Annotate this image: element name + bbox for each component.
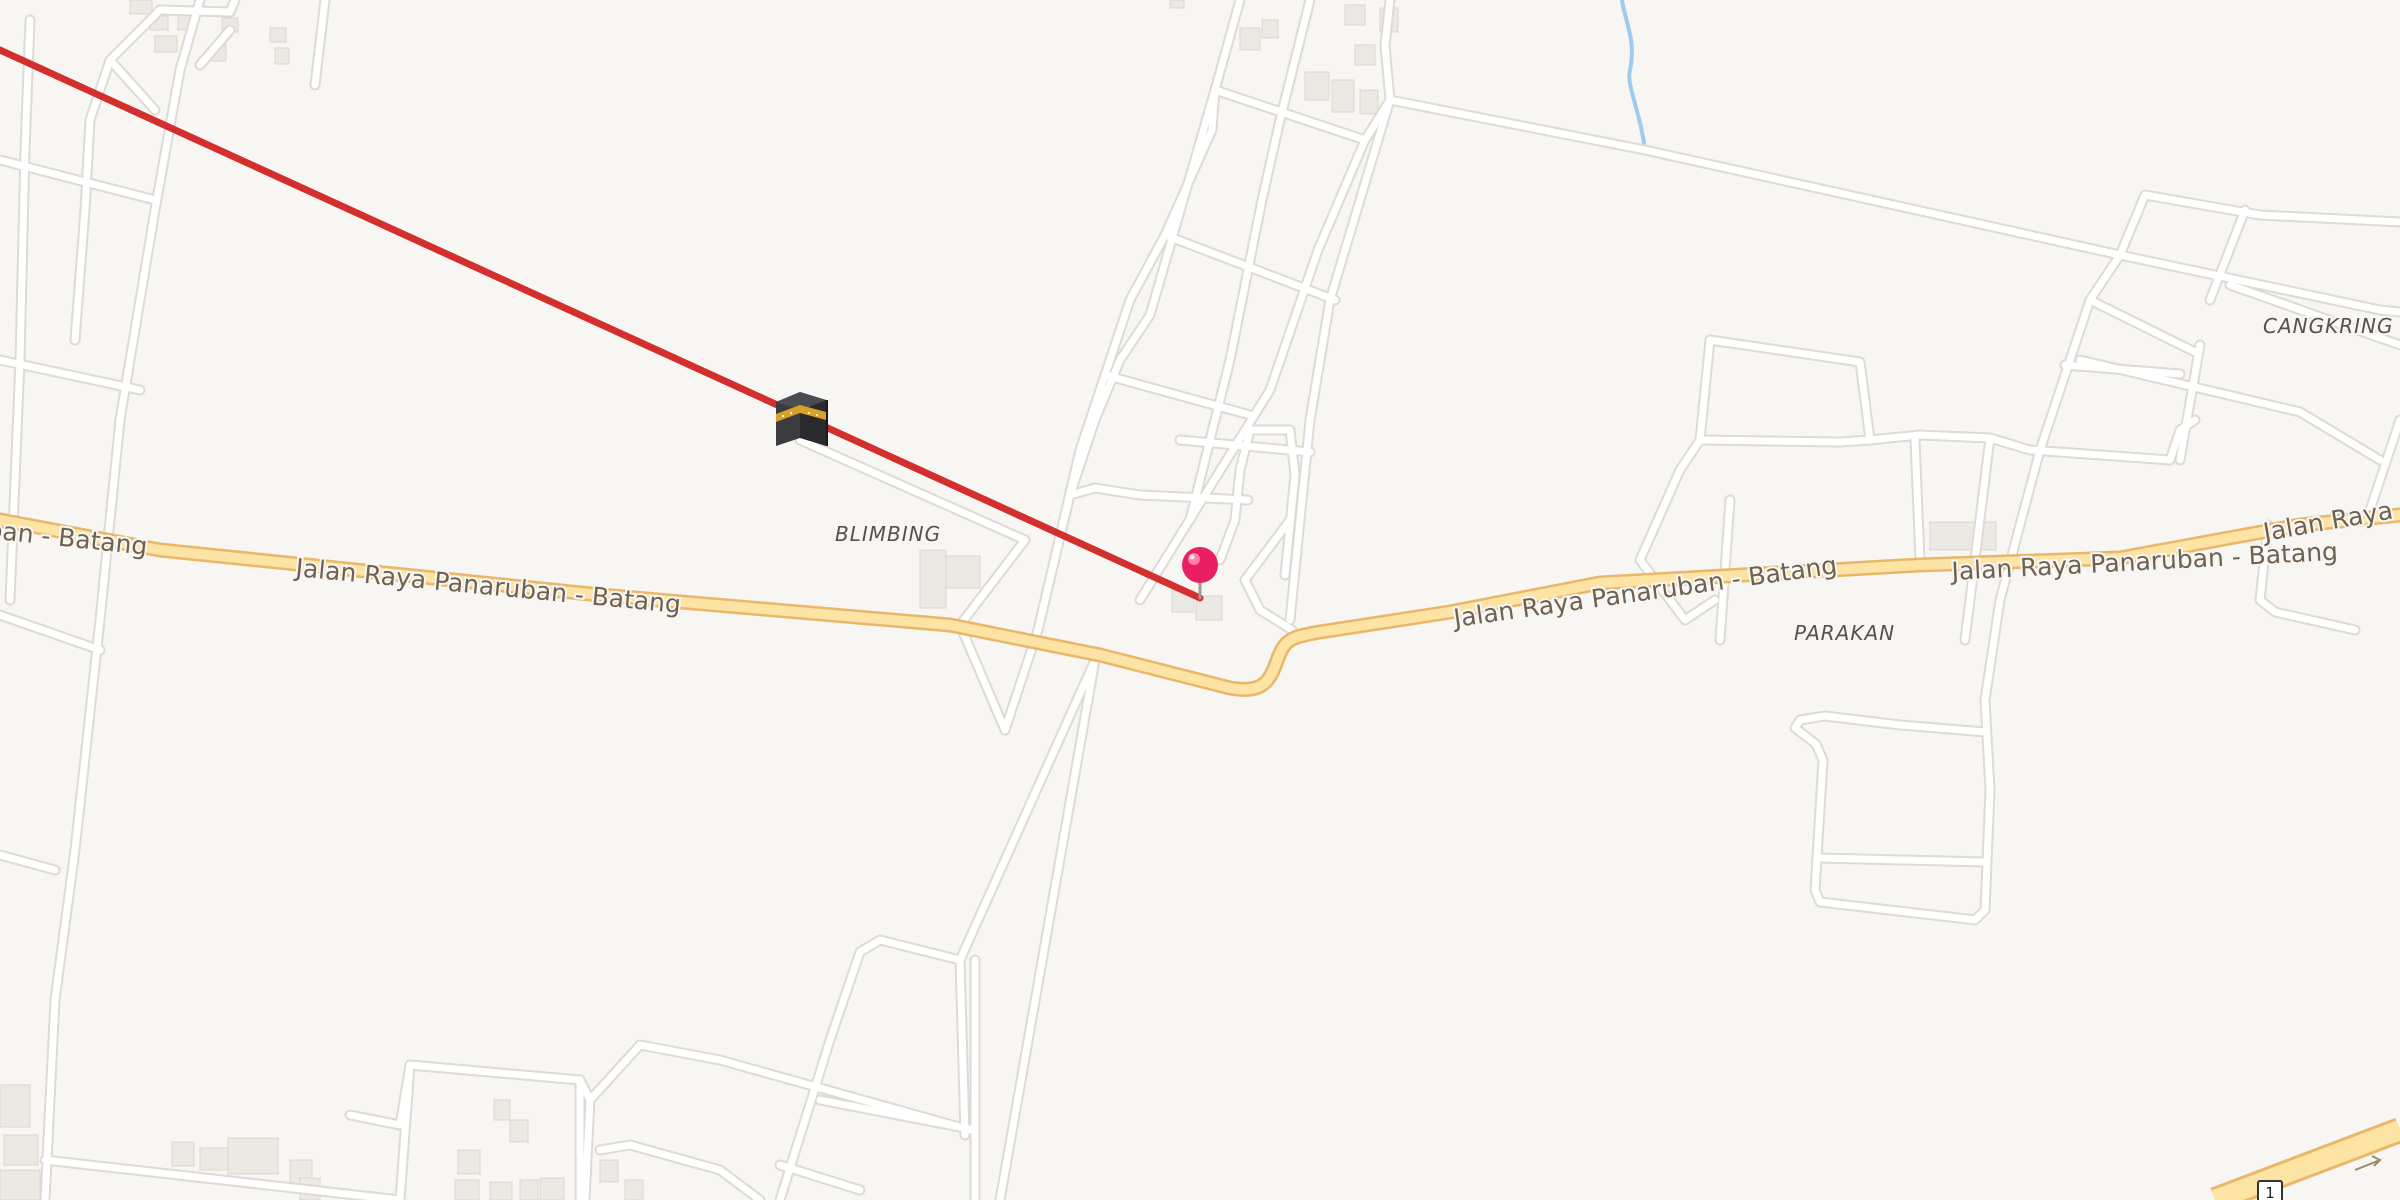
route-shield-number: 1 <box>2265 1184 2275 1200</box>
highway-bottom-right <box>2210 1117 2400 1200</box>
qibla-direction-line <box>0 46 1204 602</box>
stream <box>1620 0 1647 152</box>
map-canvas[interactable]: 1 ban - Batang Jalan Raya Panaruban - Ba… <box>0 0 2400 1200</box>
kaaba-icon[interactable] <box>776 392 828 446</box>
buildings <box>0 0 1997 1200</box>
road-label: Jalan Raya Panaruban - Batang <box>292 553 682 619</box>
route-shield: 1 <box>2257 1180 2283 1200</box>
road-label: ban - Batang <box>0 515 149 561</box>
place-label-parakan: PARAKAN <box>1794 621 1895 645</box>
road-label: Jalan Raya Panaruban - Batang <box>2259 451 2400 547</box>
place-label-blimbing: BLIMBING <box>835 522 941 546</box>
place-label-cangkring: CANGKRING <box>2263 314 2393 338</box>
